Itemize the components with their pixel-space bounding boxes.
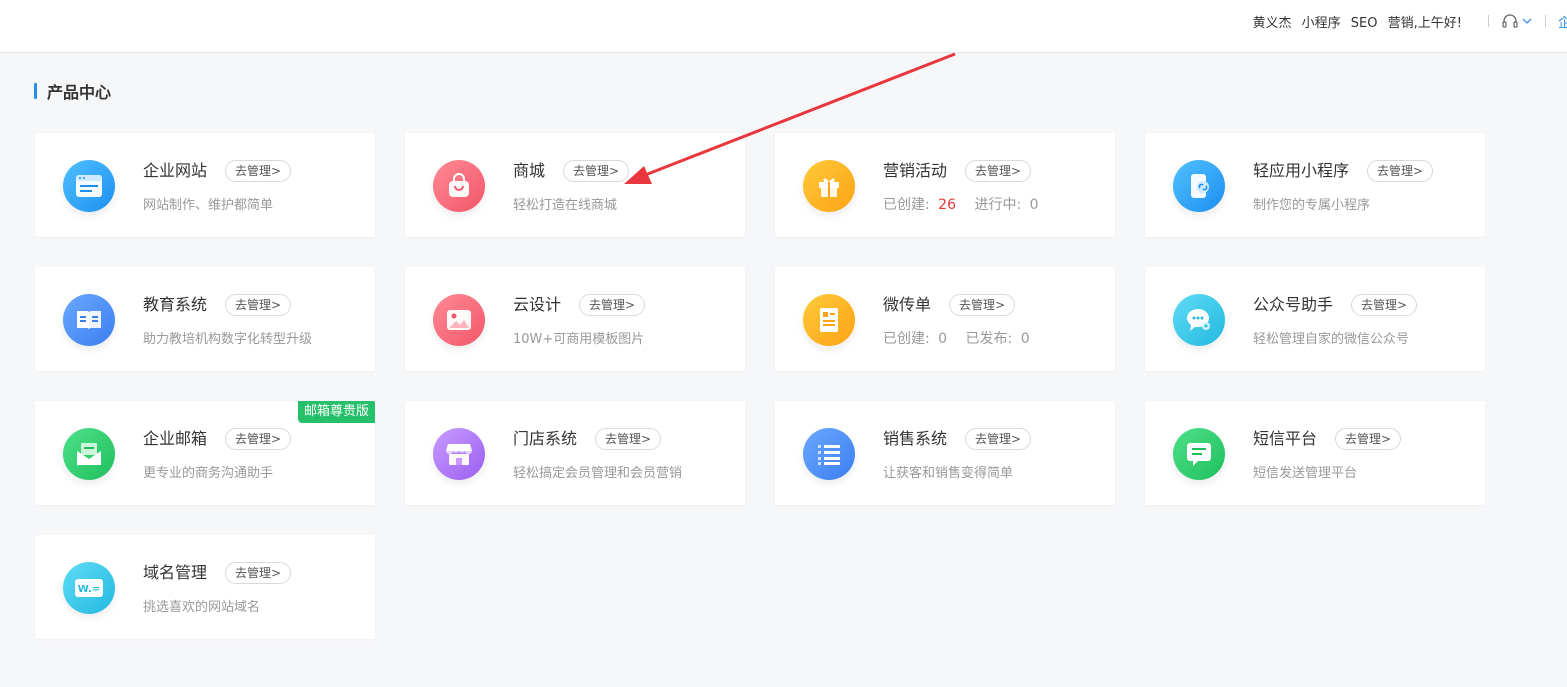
card-description: 让获客和销售变得简单 [883,466,1014,481]
manage-button[interactable]: 去管理> [225,428,292,450]
store-icon [433,428,485,480]
book-icon [63,294,115,346]
manage-button[interactable]: 去管理> [595,428,662,450]
product-card-official-account[interactable]: 公众号助手 去管理> 轻松管理自家的微信公众号 [1145,267,1485,371]
product-card-sms[interactable]: 短信平台 去管理> 短信发送管理平台 [1145,401,1485,505]
running-label: 进行中: [974,197,1022,213]
top-bar: 黄义杰 小程序 SEO 营销,上午好! 企 [0,0,1567,53]
product-card-sales[interactable]: 销售系统 去管理> 让获客和销售变得简单 [775,401,1115,505]
card-description: 轻松搞定会员管理和会员营销 [513,466,683,481]
card-title: 营销活动 [883,161,948,180]
card-title: 教育系统 [143,295,208,314]
manage-button[interactable]: 去管理> [965,160,1032,182]
image-icon [433,294,485,346]
card-title: 企业网站 [143,161,208,180]
manage-button[interactable]: 去管理> [225,562,292,584]
manage-button[interactable]: 去管理> [563,160,630,182]
card-description: 轻松打造在线商城 [513,198,618,213]
product-card-domain[interactable]: W.= 域名管理 去管理> 挑选喜欢的网站域名 [35,535,375,639]
product-card-mini-program[interactable]: 轻应用小程序 去管理> 制作您的专属小程序 [1145,133,1485,237]
mini-program-label: 小程序 [1301,15,1341,31]
card-title: 企业邮箱 [143,429,208,448]
premium-badge: 邮箱尊贵版 [297,401,375,423]
product-card-website[interactable]: 企业网站 去管理> 网站制作、维护都简单 [35,133,375,237]
card-description: 更专业的商务沟通助手 [143,466,274,481]
card-title: 轻应用小程序 [1253,161,1350,180]
svg-text:W.=: W.= [78,584,100,595]
domain-icon: W.= [63,562,115,614]
created-label: 已创建: [883,331,930,347]
manage-button[interactable]: 去管理> [949,294,1016,316]
divider [1544,15,1546,27]
manage-button[interactable]: 去管理> [1367,160,1434,182]
card-title: 商城 [513,161,546,180]
product-card-store[interactable]: 门店系统 去管理> 轻松搞定会员管理和会员营销 [405,401,745,505]
title-accent-bar [34,83,37,99]
card-description: 轻松管理自家的微信公众号 [1253,332,1410,347]
website-icon [63,160,115,212]
list-icon [803,428,855,480]
shopping-bag-icon [433,160,485,212]
created-count: 26 [938,197,956,213]
section-title-text: 产品中心 [47,83,112,102]
manage-button[interactable]: 去管理> [579,294,646,316]
user-name: 黄义杰 [1252,15,1292,31]
card-title: 门店系统 [513,429,578,448]
headset-icon [1502,14,1518,28]
product-card-mall[interactable]: 商城 去管理> 轻松打造在线商城 [405,133,745,237]
card-title: 销售系统 [883,429,948,448]
chat-gear-icon [1173,294,1225,346]
manage-button[interactable]: 去管理> [965,428,1032,450]
mini-program-icon [1173,160,1225,212]
greeting-text: 营销,上午好! [1387,15,1462,31]
card-stats: 已创建: 0 已发布: 0 [883,328,1030,348]
published-label: 已发布: [965,331,1013,347]
card-title: 云设计 [513,295,562,314]
running-count: 0 [1029,197,1039,213]
card-description: 制作您的专属小程序 [1253,198,1371,213]
divider [1487,15,1489,27]
published-count: 0 [1020,331,1030,347]
created-count: 0 [938,331,948,347]
product-card-education[interactable]: 教育系统 去管理> 助力教培机构数字化转型升级 [35,267,375,371]
card-title: 域名管理 [143,563,208,582]
customer-service-button[interactable] [1501,13,1533,29]
manage-button[interactable]: 去管理> [1335,428,1402,450]
manage-button[interactable]: 去管理> [225,294,292,316]
manage-button[interactable]: 去管理> [1351,294,1418,316]
section-title: 产品中心 [34,80,111,102]
manage-button[interactable]: 去管理> [225,160,292,182]
card-description: 10W+可商用模板图片 [513,332,645,347]
card-description: 助力教培机构数字化转型升级 [143,332,313,347]
mail-icon [63,428,115,480]
user-greeting[interactable]: 黄义杰 小程序 SEO 营销,上午好! [1252,12,1462,31]
card-title: 短信平台 [1253,429,1318,448]
flyer-icon [803,294,855,346]
product-card-flyer[interactable]: 微传单 去管理> 已创建: 0 已发布: 0 [775,267,1115,371]
user-area: 黄义杰 小程序 SEO 营销,上午好! 企 [1252,0,1567,42]
card-description: 挑选喜欢的网站域名 [143,600,261,615]
enterprise-link[interactable]: 企 [1558,12,1567,31]
product-card-marketing[interactable]: 营销活动 去管理> 已创建: 26 进行中: 0 [775,133,1115,237]
card-description: 短信发送管理平台 [1253,466,1358,481]
seo-label: SEO [1350,15,1378,31]
card-description: 网站制作、维护都简单 [143,198,274,213]
card-title: 微传单 [883,295,932,314]
gift-icon [803,160,855,212]
created-label: 已创建: [883,197,930,213]
message-icon [1173,428,1225,480]
card-title: 公众号助手 [1253,295,1334,314]
chevron-down-icon [1522,18,1532,24]
product-card-enterprise-mail[interactable]: 邮箱尊贵版 企业邮箱 去管理> 更专业的商务沟通助手 [35,401,375,505]
product-card-cloud-design[interactable]: 云设计 去管理> 10W+可商用模板图片 [405,267,745,371]
card-stats: 已创建: 26 进行中: 0 [883,194,1039,214]
